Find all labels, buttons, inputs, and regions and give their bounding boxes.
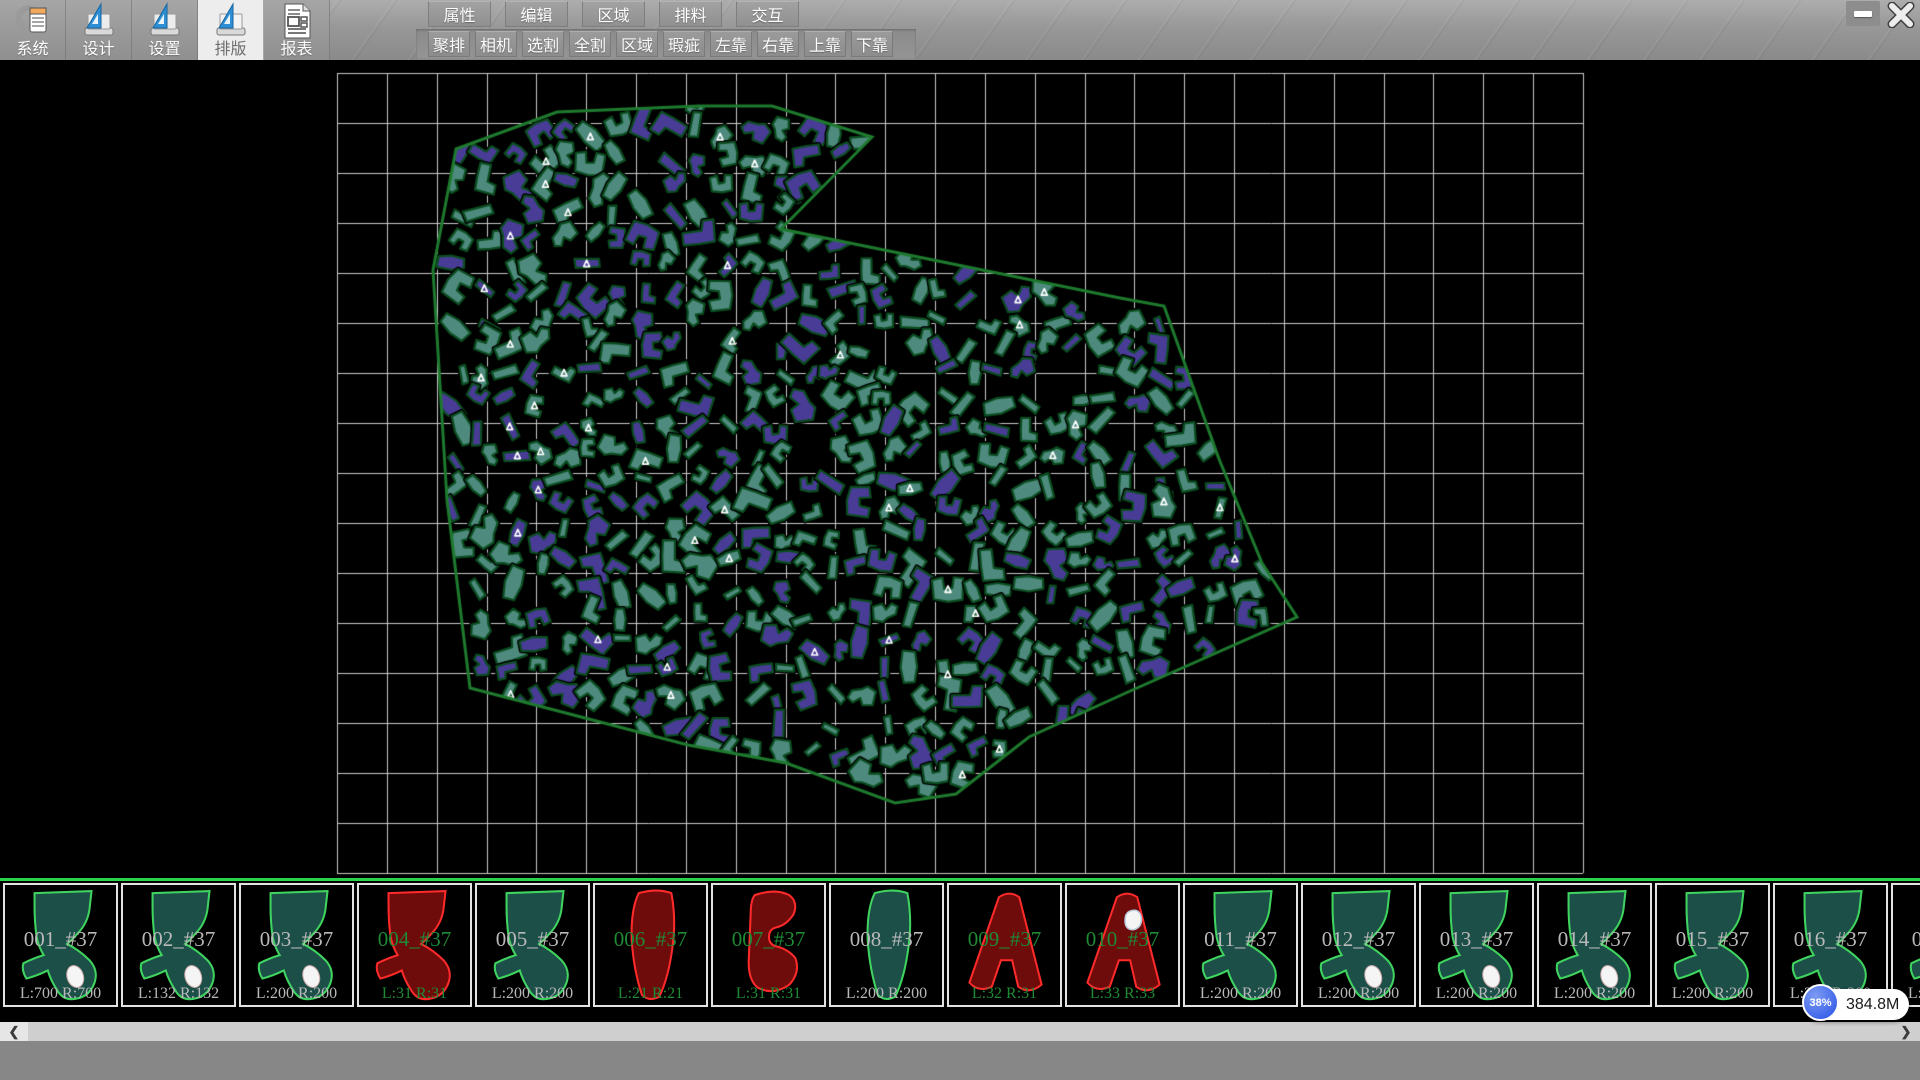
piece-lr-count: L:31 R:31 (713, 985, 824, 1003)
piece-lr-count: L:700 R:700 (5, 985, 116, 1003)
tool-button-聚排-0[interactable]: 聚排 (428, 31, 470, 57)
piece-name: 004_#37 (359, 927, 470, 952)
piece-name: 016_#37 (1775, 927, 1886, 952)
layout-icon (211, 2, 251, 40)
scroll-right-button[interactable]: ❯ (1892, 1022, 1920, 1041)
tab-排版[interactable]: 排版 (198, 0, 264, 60)
piece-name: 009_#37 (949, 927, 1060, 952)
piece-name: 008_#37 (831, 927, 942, 952)
piece-name: 002_#37 (123, 927, 234, 952)
horizontal-scrollbar[interactable]: ❮ ❯ (0, 1022, 1920, 1041)
tool-button-区域-4[interactable]: 区域 (616, 31, 658, 57)
minimize-button[interactable] (1846, 1, 1880, 26)
piece-lr-count: L:31 R:31 (359, 985, 470, 1003)
tool-button-相机-1[interactable]: 相机 (475, 31, 517, 57)
piece-thumbnail-013_#37[interactable]: 013_#37 L:200 R:200 (1419, 883, 1534, 1007)
menu-row-primary: 属性编辑区域排料交互 (428, 1, 799, 28)
piece-name: 006_#37 (595, 927, 706, 952)
piece-name: 011_#37 (1185, 927, 1296, 952)
memory-percent: 38% (1809, 997, 1831, 1009)
piece-name: 010_#37 (1067, 927, 1178, 952)
piece-lr-count: L:200 R:200 (1303, 985, 1414, 1003)
tab-设计[interactable]: 设计 (66, 0, 132, 60)
piece-name: 001_#37 (5, 927, 116, 952)
piece-thumbnail-001_#37[interactable]: 001_#37 L:700 R:700 (3, 883, 118, 1007)
piece-lr-count: L:200 R:200 (477, 985, 588, 1003)
tool-button-左靠-6[interactable]: 左靠 (710, 31, 752, 57)
report-icon (277, 2, 317, 40)
settings-icon (145, 2, 185, 40)
tab-系统[interactable]: 系统 (0, 0, 66, 60)
menu-button-排料[interactable]: 排料 (659, 1, 722, 27)
close-button[interactable] (1884, 1, 1918, 28)
tab-label: 系统 (16, 41, 48, 59)
piece-lr-count: L:21 R:21 (595, 985, 706, 1003)
minimize-icon (1854, 11, 1872, 17)
piece-name: 017_#37 (1893, 927, 1920, 952)
memory-badge: 38% 384.8M (1804, 989, 1909, 1020)
piece-thumbnail-011_#37[interactable]: 011_#37 L:200 R:200 (1183, 883, 1298, 1007)
scroll-left-icon: ❮ (9, 1024, 20, 1040)
piece-lr-count: L:132 R:132 (123, 985, 234, 1003)
tab-label: 设计 (82, 41, 114, 59)
piece-lr-count: L:200 R:200 (831, 985, 942, 1003)
window-controls (1846, 1, 1918, 28)
menu-button-区域[interactable]: 区域 (582, 1, 645, 27)
piece-thumbnail-003_#37[interactable]: 003_#37 L:200 R:200 (239, 883, 354, 1007)
scroll-right-icon: ❯ (1901, 1024, 1912, 1040)
menu-button-属性[interactable]: 属性 (428, 1, 491, 27)
close-icon (1887, 2, 1915, 28)
memory-amount: 384.8M (1846, 996, 1899, 1014)
piece-lr-count: L:33 R:33 (1067, 985, 1178, 1003)
menu-button-交互[interactable]: 交互 (736, 1, 799, 27)
tool-button-下靠-9[interactable]: 下靠 (851, 31, 893, 57)
piece-thumbnail-014_#37[interactable]: 014_#37 L:200 R:200 (1537, 883, 1652, 1007)
scroll-left-button[interactable]: ❮ (0, 1022, 28, 1041)
piece-name: 015_#37 (1657, 927, 1768, 952)
piece-lr-count: L:200 R:200 (1185, 985, 1296, 1003)
strip-divider (0, 878, 1920, 881)
piece-thumbnail-002_#37[interactable]: 002_#37 L:132 R:132 (121, 883, 236, 1007)
piece-lr-count: L:32 R:31 (949, 985, 1060, 1003)
tool-button-右靠-7[interactable]: 右靠 (757, 31, 799, 57)
piece-lr-count: L:200 R:200 (1539, 985, 1650, 1003)
tab-设置[interactable]: 设置 (132, 0, 198, 60)
piece-name: 003_#37 (241, 927, 352, 952)
piece-thumbnail-010_#37[interactable]: 010_#37 L:33 R:33 (1065, 883, 1180, 1007)
status-bar (0, 1041, 1920, 1080)
tool-button-上靠-8[interactable]: 上靠 (804, 31, 846, 57)
piece-name: 013_#37 (1421, 927, 1532, 952)
menu-row-secondary: 聚排相机选割全割区域瑕疵左靠右靠上靠下靠 (428, 31, 893, 58)
piece-thumbnail-005_#37[interactable]: 005_#37 L:200 R:200 (475, 883, 590, 1007)
piece-thumbnail-007_#37[interactable]: 007_#37 L:31 R:31 (711, 883, 826, 1007)
design-icon (79, 2, 119, 40)
tab-报表[interactable]: 报表 (264, 0, 330, 60)
piece-lr-count: L:200 R:200 (241, 985, 352, 1003)
piece-name: 005_#37 (477, 927, 588, 952)
main-tabs: 系统 设计 设置 排版 报表 (0, 0, 330, 60)
piece-lr-count: L:200 R:200 (1657, 985, 1768, 1003)
piece-thumbnail-015_#37[interactable]: 015_#37 L:200 R:200 (1655, 883, 1770, 1007)
piece-thumbnail-006_#37[interactable]: 006_#37 L:21 R:21 (593, 883, 708, 1007)
system-icon (13, 2, 53, 40)
tool-button-瑕疵-5[interactable]: 瑕疵 (663, 31, 705, 57)
piece-name: 007_#37 (713, 927, 824, 952)
piece-thumbnail-008_#37[interactable]: 008_#37 L:200 R:200 (829, 883, 944, 1007)
piece-name: 014_#37 (1539, 927, 1650, 952)
piece-thumbnail-strip: 001_#37 L:700 R:700 002_#37 L:132 R:132 … (0, 883, 1920, 1009)
menu-button-编辑[interactable]: 编辑 (505, 1, 568, 27)
tool-button-选割-2[interactable]: 选割 (522, 31, 564, 57)
tab-label: 设置 (148, 41, 180, 59)
top-toolbar: 系统 设计 设置 排版 报表 属性编辑区域排料交互 聚排相机选割全割区域瑕疵左靠… (0, 0, 1920, 60)
memory-percent-indicator: 38% (1802, 984, 1839, 1021)
piece-thumbnail-009_#37[interactable]: 009_#37 L:32 R:31 (947, 883, 1062, 1007)
tab-label: 报表 (280, 41, 312, 59)
nesting-canvas[interactable] (0, 60, 1920, 878)
piece-name: 012_#37 (1303, 927, 1414, 952)
tab-label: 排版 (214, 41, 246, 59)
piece-thumbnail-004_#37[interactable]: 004_#37 L:31 R:31 (357, 883, 472, 1007)
piece-lr-count: L:200 R:200 (1421, 985, 1532, 1003)
piece-thumbnail-012_#37[interactable]: 012_#37 L:200 R:200 (1301, 883, 1416, 1007)
tool-button-全割-3[interactable]: 全割 (569, 31, 611, 57)
